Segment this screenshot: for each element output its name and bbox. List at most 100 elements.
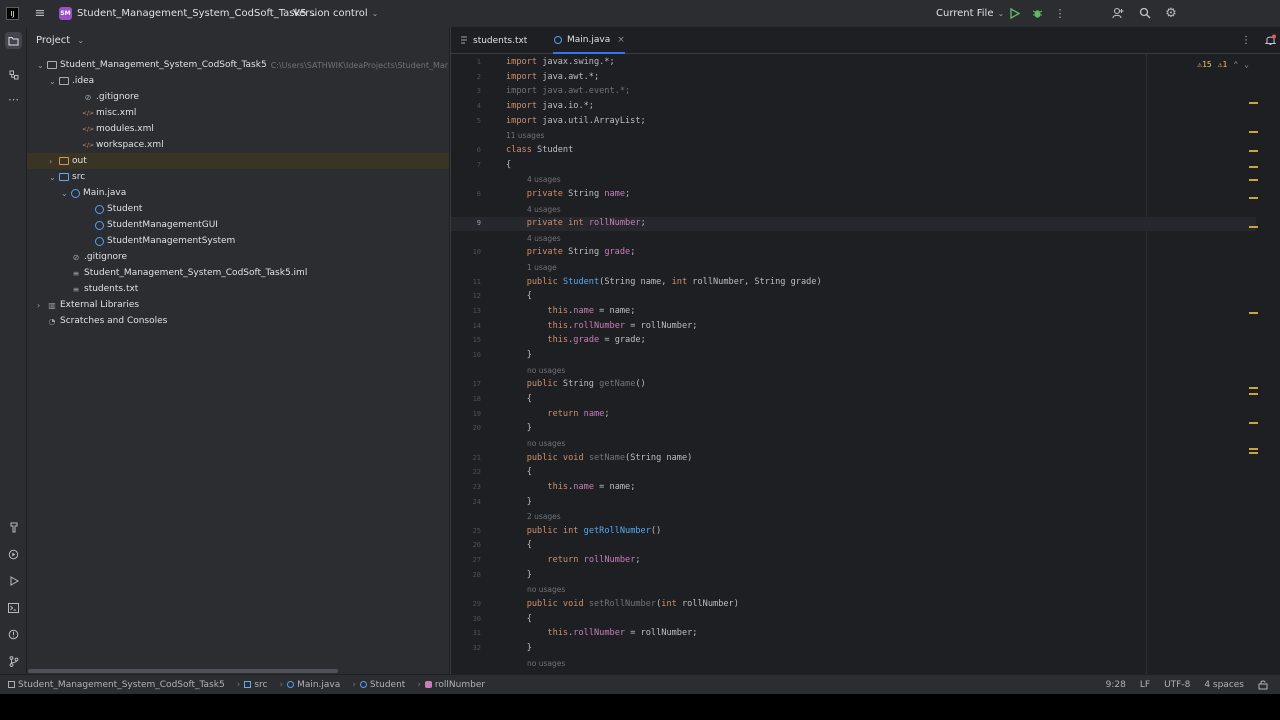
gutter-mark[interactable] xyxy=(1249,452,1258,454)
tab-students-txt[interactable]: students.txt xyxy=(459,27,527,54)
more-actions-icon[interactable]: ⋮ xyxy=(1054,6,1066,20)
ide-logo-icon[interactable]: IJ xyxy=(6,7,19,20)
tree-item[interactable]: › out xyxy=(27,153,449,169)
inspection-widget[interactable]: ⚠15 ⚠1 ⌃ ⌄ xyxy=(1197,60,1249,69)
tab-options-icon[interactable]: ⋮ xyxy=(1241,34,1251,46)
usage-hint[interactable]: no usages xyxy=(527,439,565,448)
code-line[interactable]: this.rollNumber = rollNumber; xyxy=(506,321,697,331)
code-line[interactable]: { xyxy=(506,540,532,550)
breadcrumb-item[interactable]: src xyxy=(244,680,271,690)
breadcrumb-item[interactable]: Student xyxy=(359,680,409,690)
tree-item[interactable]: › ▥ External Libraries xyxy=(27,297,449,313)
usage-hint[interactable]: 1 usage xyxy=(527,263,557,272)
code-with-me-icon[interactable] xyxy=(1111,6,1125,20)
code-line[interactable]: import java.awt.*; xyxy=(506,72,599,82)
code-editor[interactable]: ⚠15 ⚠1 ⌃ ⌄ 1 import javax.swing.*; 2 import… xyxy=(451,54,1280,678)
code-line[interactable]: private String name; xyxy=(506,189,631,199)
lock-icon[interactable] xyxy=(1258,680,1268,690)
usage-hint[interactable]: 4 usages xyxy=(527,175,561,184)
gutter-mark[interactable] xyxy=(1249,150,1258,152)
usage-hint[interactable]: 11 usages xyxy=(506,131,544,140)
code-line[interactable]: } xyxy=(506,350,532,360)
close-icon[interactable]: × xyxy=(617,35,625,45)
code-line[interactable]: public void setName(String name) xyxy=(506,453,693,463)
usage-hint[interactable]: 4 usages xyxy=(527,234,561,243)
tree-item[interactable]: Student xyxy=(27,201,449,217)
run-icon[interactable] xyxy=(1008,7,1021,20)
tree-item[interactable]: ⊘ .gitignore xyxy=(27,89,449,105)
tree-item[interactable]: StudentManagementGUI xyxy=(27,217,449,233)
tree-item[interactable]: </> misc.xml xyxy=(27,105,449,121)
gear-icon[interactable]: ⚙ xyxy=(1164,6,1178,21)
build-tool-icon[interactable] xyxy=(5,519,22,536)
project-panel-header[interactable]: Project ⌄ xyxy=(36,35,84,46)
gutter-mark[interactable] xyxy=(1249,312,1258,314)
run-tool-icon[interactable] xyxy=(5,572,22,589)
chevron-up-icon[interactable]: ⌃ xyxy=(1233,60,1238,69)
terminal-tool-icon[interactable] xyxy=(5,599,22,616)
usage-hint[interactable]: no usages xyxy=(527,585,565,594)
line-ending[interactable]: LF xyxy=(1140,680,1150,690)
code-line[interactable]: return rollNumber; xyxy=(506,555,640,565)
code-line[interactable]: public Student(String name, int rollNumb… xyxy=(506,277,822,287)
code-line[interactable]: { xyxy=(506,394,532,404)
usage-hint[interactable]: 4 usages xyxy=(527,205,561,214)
code-line[interactable]: { xyxy=(506,467,532,477)
services-tool-icon[interactable] xyxy=(5,546,22,563)
tree-item[interactable]: ≡ Student_Management_System_CodSoft_Task5… xyxy=(27,265,449,281)
chevron-down-icon[interactable]: ⌄ xyxy=(49,77,59,86)
tree-item[interactable]: </> modules.xml xyxy=(27,121,449,137)
code-line[interactable]: { xyxy=(506,614,532,624)
code-line[interactable]: public String getName() xyxy=(506,379,646,389)
problems-tool-icon[interactable] xyxy=(5,626,22,643)
gutter-mark[interactable] xyxy=(1249,393,1258,395)
code-line[interactable]: import java.util.ArrayList; xyxy=(506,116,646,126)
code-line[interactable]: private int rollNumber; xyxy=(506,218,646,228)
breadcrumb-item[interactable]: rollNumber xyxy=(424,680,489,690)
code-line[interactable]: import java.io.*; xyxy=(506,101,594,111)
tree-item[interactable]: ⌄ src xyxy=(27,169,449,185)
chevron-down-icon[interactable]: ⌄ xyxy=(37,61,47,70)
gutter-mark[interactable] xyxy=(1249,387,1258,389)
tab-main-java[interactable]: Main.java × xyxy=(553,27,625,54)
code-line[interactable]: this.rollNumber = rollNumber; xyxy=(506,628,697,638)
code-line[interactable]: } xyxy=(506,643,532,653)
tree-item[interactable]: ⌄ Student_Management_System_CodSoft_Task5… xyxy=(27,57,449,73)
chevron-down-icon[interactable]: ⌄ xyxy=(1244,60,1249,69)
usage-hint[interactable]: no usages xyxy=(527,659,565,668)
gutter-mark[interactable] xyxy=(1249,197,1258,199)
tree-item[interactable]: ⌄ Main.java xyxy=(27,185,449,201)
code-line[interactable]: import java.awt.event.*; xyxy=(506,86,630,96)
chevron-down-icon[interactable]: ⌄ xyxy=(61,189,71,198)
chevron-right-icon[interactable]: › xyxy=(49,157,59,166)
code-line[interactable]: { xyxy=(506,291,532,301)
tree-item[interactable]: StudentManagementSystem xyxy=(27,233,449,249)
main-menu-icon[interactable]: ≡ xyxy=(33,6,47,21)
code-line[interactable]: } xyxy=(506,497,532,507)
project-switcher[interactable]: SM Student_Management_System_CodSoft_Tas… xyxy=(59,7,317,20)
code-line[interactable]: } xyxy=(506,423,532,433)
caret-position[interactable]: 9:28 xyxy=(1106,680,1126,690)
code-line[interactable]: private String grade; xyxy=(506,247,636,257)
chevron-right-icon[interactable]: › xyxy=(37,301,47,310)
code-line[interactable]: this.grade = grade; xyxy=(506,335,645,345)
breadcrumb-item[interactable]: Main.java xyxy=(287,680,344,690)
code-line[interactable]: { xyxy=(506,160,511,170)
tree-item[interactable]: ⊘ .gitignore xyxy=(27,249,449,265)
code-line[interactable]: this.name = name; xyxy=(506,306,635,316)
code-line[interactable]: class Student xyxy=(506,145,573,155)
structure-tool-icon[interactable] xyxy=(5,66,22,83)
code-line[interactable]: import javax.swing.*; xyxy=(506,57,615,67)
horizontal-scrollbar[interactable] xyxy=(28,669,338,673)
gutter-mark[interactable] xyxy=(1249,131,1258,133)
more-tools-icon[interactable]: ⋯ xyxy=(5,91,22,108)
project-tool-icon[interactable] xyxy=(5,32,22,49)
run-config-selector[interactable]: Current File ⌄ xyxy=(936,8,1004,19)
code-line[interactable]: public void setRollNumber(int rollNumber… xyxy=(506,599,739,609)
usage-hint[interactable]: 2 usages xyxy=(527,512,561,521)
gutter-mark[interactable] xyxy=(1249,179,1258,181)
gutter-mark[interactable] xyxy=(1249,448,1258,450)
gutter-mark[interactable] xyxy=(1249,226,1258,228)
tree-item[interactable]: ◔ Scratches and Consoles xyxy=(27,313,449,329)
search-icon[interactable] xyxy=(1138,6,1152,20)
